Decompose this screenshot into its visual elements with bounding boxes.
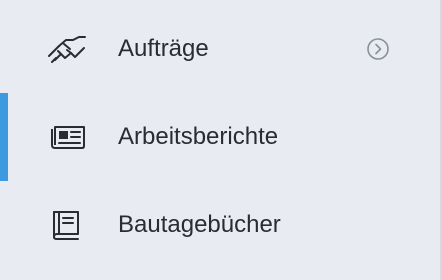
- active-indicator: [0, 93, 8, 181]
- sidebar-item-label: Aufträge: [118, 35, 209, 62]
- sidebar-item-label: Arbeitsberichte: [118, 123, 279, 150]
- handshake-icon: [46, 31, 88, 67]
- sidebar-item-bautagebuecher[interactable]: Bautagebücher: [0, 181, 440, 269]
- sidebar-item-arbeitsberichte[interactable]: Arbeitsberichte: [0, 93, 440, 181]
- chevron-right-icon[interactable]: [366, 37, 390, 61]
- sidebar-nav: Aufträge Arbeitsberichte Bautagebücher: [0, 0, 442, 280]
- book-icon: [46, 207, 88, 243]
- newspaper-icon: [46, 119, 88, 155]
- sidebar-item-auftraege[interactable]: Aufträge: [0, 5, 440, 93]
- sidebar-item-label: Bautagebücher: [118, 211, 281, 238]
